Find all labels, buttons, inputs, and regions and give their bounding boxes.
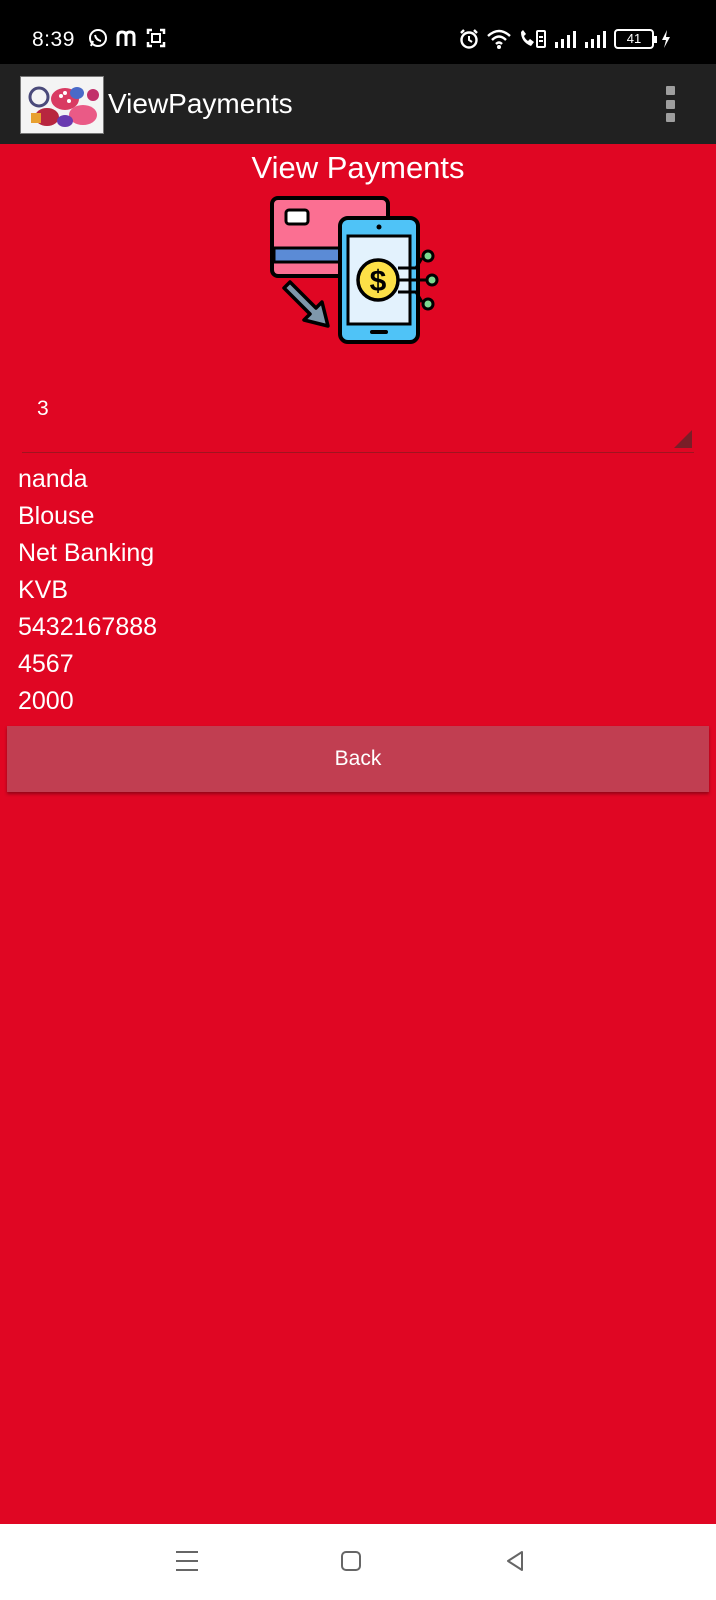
signal-icon (555, 31, 576, 48)
detail-amount: 2000 (18, 687, 74, 715)
back-button[interactable]: Back (7, 726, 709, 792)
battery-level: 41 (626, 31, 642, 46)
wifi-icon (487, 29, 511, 49)
app-bar: ViewPayments (0, 64, 716, 144)
payment-details: nanda Blouse Net Banking KVB 5432167888 … (18, 461, 157, 720)
dropdown-arrow-icon (674, 430, 692, 448)
detail-product: Blouse (18, 502, 95, 530)
status-bar: 8:39 41 (0, 0, 716, 64)
whatsapp-icon (89, 29, 107, 47)
payment-illustration: $ (270, 196, 439, 344)
alarm-icon (460, 29, 478, 49)
spinner-selected-value: 3 (37, 397, 49, 420)
recents-menu-icon[interactable] (170, 1544, 204, 1578)
app-title: ViewPayments (108, 88, 293, 119)
detail-bank: KVB (18, 576, 69, 604)
detail-payment-mode: Net Banking (18, 539, 155, 567)
overflow-menu-icon[interactable] (664, 86, 676, 122)
detail-account-number: 5432167888 (18, 613, 158, 641)
detail-customer-name: nanda (18, 465, 88, 493)
scan-icon (146, 28, 166, 48)
home-icon[interactable] (334, 1544, 368, 1578)
status-left-icons (88, 28, 166, 48)
system-nav-bar (0, 1524, 716, 1600)
m-icon (116, 30, 136, 46)
status-right-icons: 41 (458, 28, 672, 50)
back-nav-icon[interactable] (498, 1544, 532, 1578)
volte-call-icon (521, 30, 546, 48)
signal-icon (585, 31, 606, 48)
page-heading: View Payments (251, 150, 465, 185)
status-time: 8:39 (32, 28, 75, 51)
app-logo (20, 76, 104, 134)
charging-icon (662, 30, 670, 48)
payment-id-spinner[interactable]: 3 (22, 382, 694, 453)
svg-text:$: $ (370, 265, 387, 298)
detail-pin: 4567 (18, 650, 74, 678)
battery-icon: 41 (614, 29, 657, 49)
